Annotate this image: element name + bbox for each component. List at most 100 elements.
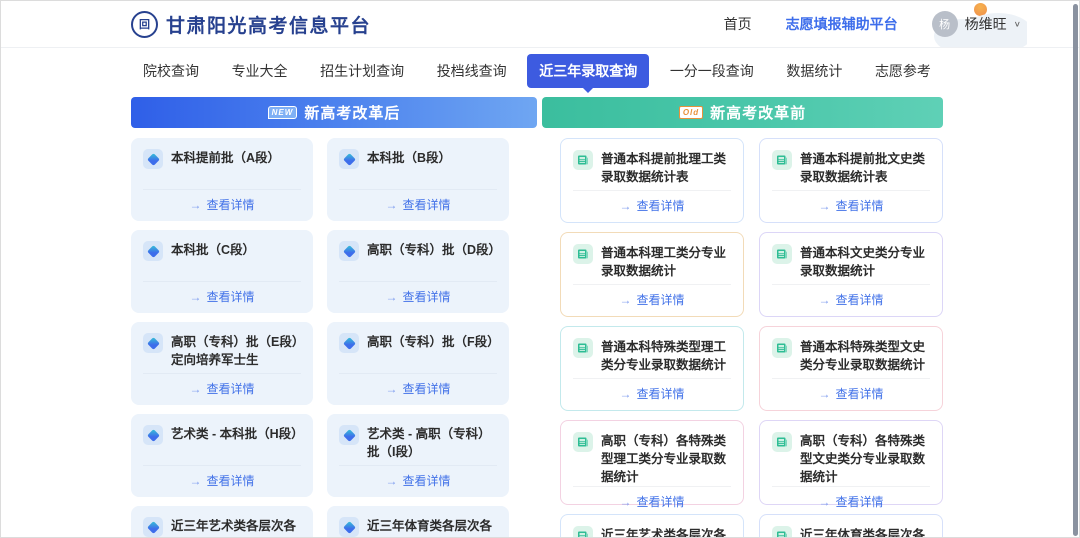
batch-card[interactable]: 近三年体育类各层次各招考类型分数线资料汇编→查看详情 (327, 506, 509, 538)
view-details-label: 查看详情 (206, 290, 254, 304)
card-header: 近三年体育类各层次各招考类型分数线资料汇编 (772, 526, 930, 538)
card-title: 近三年艺术类各层次各招考类型分数线资料汇编 (601, 526, 731, 538)
view-details-link[interactable]: →查看详情 (143, 281, 301, 305)
card-header: 艺术类 - 高职（专科）批（I段） (339, 425, 497, 461)
arrow-right-icon: → (619, 495, 631, 509)
report-doc-icon (573, 150, 593, 170)
card-title: 高职（专科）批（E段）定向培养军士生 (171, 333, 301, 369)
batch-card[interactable]: 艺术类 - 本科批（H段） →查看详情 (131, 414, 313, 497)
tab-7[interactable]: 数据统计 (774, 54, 854, 88)
card-header: 本科批（B段） (339, 149, 497, 169)
batch-card[interactable]: 近三年体育类各层次各招考类型分数线资料汇编→查看详情 (759, 514, 943, 538)
view-details-label: 查看详情 (636, 495, 684, 509)
report-doc-icon (573, 526, 593, 538)
card-header: 本科批（C段） (143, 241, 301, 261)
data-diamond-icon (339, 333, 359, 353)
batch-card[interactable]: 近三年艺术类各层次各招考类型分数线资料汇编→查看详情 (560, 514, 744, 538)
arrow-right-icon: → (385, 198, 397, 212)
arrow-right-icon: → (818, 495, 830, 509)
view-details-link[interactable]: → 查看详情 (573, 486, 731, 510)
card-header: 高职（专科）各特殊类型文史类分专业录取数据统计 (772, 432, 930, 486)
view-details-link[interactable]: →查看详情 (143, 373, 301, 397)
batch-card[interactable]: 普通本科特殊类型理工类分专业录取数据统计→查看详情 (560, 326, 744, 411)
arrow-right-icon: → (818, 199, 830, 213)
tab-3[interactable]: 招生计划查询 (308, 54, 416, 88)
tab-5[interactable]: 近三年录取查询 (527, 54, 649, 88)
report-doc-icon (573, 244, 593, 264)
card-title: 本科提前批（A段） (171, 149, 280, 167)
card-title: 普通本科特殊类型文史类分专业录取数据统计 (800, 338, 930, 374)
card-header: 高职（专科）批（D段） (339, 241, 497, 261)
view-details-label: 查看详情 (402, 198, 450, 212)
batch-card[interactable]: 普通本科提前批理工类录取数据统计表→查看详情 (560, 138, 744, 223)
view-details-link[interactable]: → 查看详情 (339, 189, 497, 213)
view-details-link[interactable]: →查看详情 (772, 378, 930, 402)
card-title: 艺术类 - 高职（专科）批（I段） (367, 425, 497, 461)
card-header: 普通本科理工类分专业录取数据统计 (573, 244, 731, 280)
card-title: 高职（专科）批（D段） (367, 241, 497, 259)
content-area: NEW 新高考改革后 本科提前批（A段）→查看详情本科批（B段）→查看详情本科批… (131, 97, 943, 538)
card-title: 普通本科文史类分专业录取数据统计 (800, 244, 930, 280)
batch-card[interactable]: 近三年艺术类各层次各招考类型分数线资料汇编→查看详情 (131, 506, 313, 538)
card-title: 普通本科理工类分专业录取数据统计 (601, 244, 731, 280)
tab-2[interactable]: 专业大全 (220, 54, 300, 88)
batch-card[interactable]: 本科提前批（A段） →查看详情 (131, 138, 313, 221)
view-details-label: 查看详情 (402, 290, 450, 304)
nav-assist-platform-link[interactable]: 志愿填报辅助平台 (786, 14, 898, 34)
card-header: 高职（专科）各特殊类型理工类分专业录取数据统计 (573, 432, 731, 486)
tab-4[interactable]: 投档线查询 (425, 54, 519, 88)
view-details-link[interactable]: →查看详情 (772, 284, 930, 308)
view-details-link[interactable]: →查看详情 (772, 190, 930, 214)
view-details-link[interactable]: →查看详情 (573, 378, 731, 402)
vertical-scrollbar[interactable] (1073, 4, 1078, 536)
arrow-right-icon: → (619, 293, 631, 307)
avatar: 杨 (932, 11, 958, 37)
data-diamond-icon (143, 517, 163, 537)
card-header: 高职（专科）批（E段）定向培养军士生 (143, 333, 301, 369)
card-header: 艺术类 - 本科批（H段） (143, 425, 301, 445)
view-details-link[interactable]: →查看详情 (573, 190, 731, 214)
report-doc-icon (772, 150, 792, 170)
view-details-link[interactable]: →查看详情 (143, 189, 301, 213)
user-menu[interactable]: 杨 杨维旺 ∨ (932, 11, 1021, 37)
view-details-link[interactable]: → 查看详情 (573, 284, 731, 308)
view-details-label: 查看详情 (402, 382, 450, 396)
banner-title: 新高考改革前 (710, 102, 806, 123)
data-diamond-icon (339, 517, 359, 537)
card-title: 高职（专科）各特殊类型理工类分专业录取数据统计 (601, 432, 731, 486)
tab-6[interactable]: 一分一段查询 (658, 54, 766, 88)
tab-8[interactable]: 志愿参考 (863, 54, 943, 88)
batch-card[interactable]: 高职（专科）各特殊类型文史类分专业录取数据统计→查看详情 (759, 420, 943, 505)
view-details-label: 查看详情 (636, 293, 684, 307)
view-details-link[interactable]: →查看详情 (772, 486, 930, 510)
arrow-right-icon: → (818, 293, 830, 307)
view-details-link[interactable]: →查看详情 (143, 465, 301, 489)
card-header: 普通本科提前批文史类录取数据统计表 (772, 150, 930, 186)
view-details-link[interactable]: →查看详情 (339, 465, 497, 489)
batch-card[interactable]: 高职（专科）批（D段） →查看详情 (327, 230, 509, 313)
card-title: 普通本科提前批文史类录取数据统计表 (800, 150, 930, 186)
view-details-link[interactable]: →查看详情 (339, 281, 497, 305)
batch-card[interactable]: 普通本科提前批文史类录取数据统计表 →查看详情 (759, 138, 943, 223)
batch-card[interactable]: 普通本科特殊类型文史类分专业录取数据统计 →查看详情 (759, 326, 943, 411)
logo: 回 甘肃阳光高考信息平台 (131, 11, 371, 38)
arrow-right-icon: → (189, 198, 201, 212)
batch-card[interactable]: 高职（专科）批（E段）定向培养军士生 →查看详情 (131, 322, 313, 405)
batch-card[interactable]: 高职（专科）批（F段）→查看详情 (327, 322, 509, 405)
card-grid-left: 本科提前批（A段）→查看详情本科批（B段）→查看详情本科批（C段）→查看详情高职… (131, 138, 537, 538)
card-title: 艺术类 - 本科批（H段） (171, 425, 301, 443)
batch-card[interactable]: 普通本科文史类分专业录取数据统计 →查看详情 (759, 232, 943, 317)
batch-card[interactable]: 高职（专科）各特殊类型理工类分专业录取数据统计→查看详情 (560, 420, 744, 505)
card-header: 近三年艺术类各层次各招考类型分数线资料汇编 (143, 517, 301, 538)
view-details-link[interactable]: →查看详情 (339, 373, 497, 397)
arrow-right-icon: → (189, 382, 201, 396)
main-tab-bar: 院校查询专业大全招生计划查询投档线查询近三年录取查询一分一段查询数据统计志愿参考 (131, 49, 943, 93)
batch-card[interactable]: 普通本科理工类分专业录取数据统计 → 查看详情 (560, 232, 744, 317)
arrow-right-icon: → (385, 474, 397, 488)
tab-1[interactable]: 院校查询 (131, 54, 211, 88)
nav-home-link[interactable]: 首页 (724, 14, 752, 34)
data-diamond-icon (143, 425, 163, 445)
batch-card[interactable]: 艺术类 - 高职（专科）批（I段） →查看详情 (327, 414, 509, 497)
batch-card[interactable]: 本科批（B段） → 查看详情 (327, 138, 509, 221)
batch-card[interactable]: 本科批（C段） →查看详情 (131, 230, 313, 313)
